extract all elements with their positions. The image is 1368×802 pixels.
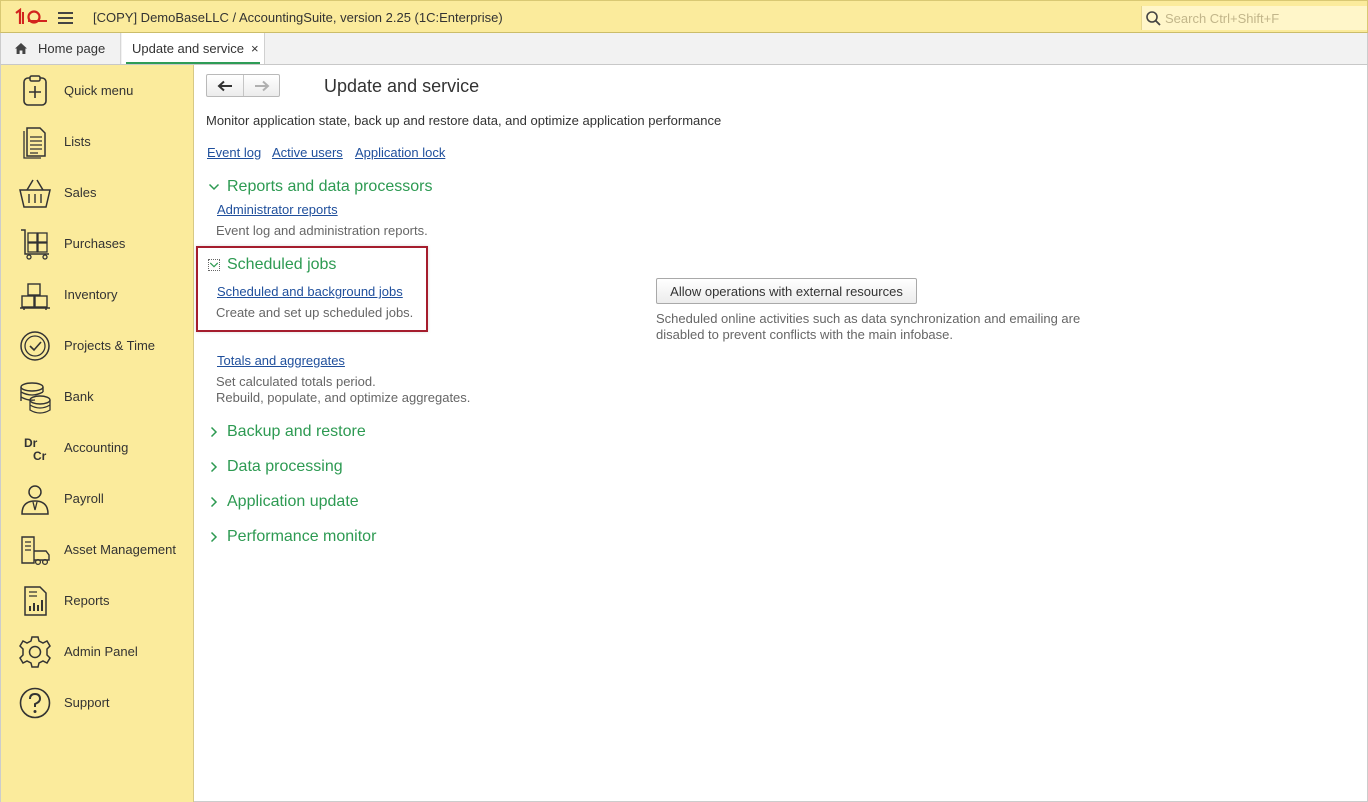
- active-tab-indicator: [126, 62, 260, 64]
- cart-icon: [21, 229, 49, 260]
- sidebar-item-label: Reports: [64, 593, 110, 608]
- sidebar-item-label: Purchases: [64, 236, 126, 251]
- app-title: [COPY] DemoBaseLLC / AccountingSuite, ve…: [93, 10, 503, 25]
- section-title: Data processing: [227, 458, 343, 475]
- clock-icon: [20, 331, 50, 361]
- sidebar-item-reports[interactable]: Reports: [1, 575, 193, 626]
- sidebar-item-label: Lists: [64, 134, 91, 149]
- tab-update-and-service[interactable]: Update and service ×: [122, 33, 265, 64]
- allow-external-resources-button[interactable]: Allow operations with external resources: [656, 278, 917, 304]
- administrator-reports-link[interactable]: Administrator reports: [217, 202, 338, 217]
- tab-home-label: Home page: [38, 41, 106, 56]
- report-icon: [24, 586, 47, 616]
- sidebar: Quick menu Lists Sales Purchases Invento…: [0, 65, 194, 802]
- navigation-buttons: [206, 74, 280, 97]
- chevron-right-icon: [210, 426, 218, 438]
- section-title: Backup and restore: [227, 423, 366, 440]
- search-placeholder: Search Ctrl+Shift+F: [1165, 11, 1280, 26]
- sidebar-item-label: Sales: [64, 185, 97, 200]
- quick-menu-icon: [23, 75, 47, 106]
- sidebar-item-purchases[interactable]: Purchases: [1, 218, 193, 269]
- sidebar-item-label: Projects & Time: [64, 338, 156, 353]
- external-resources-description-line2: disabled to prevent conflicts with the m…: [656, 327, 954, 342]
- totals-and-aggregates-link[interactable]: Totals and aggregates: [217, 353, 345, 368]
- basket-icon: [19, 179, 51, 208]
- main-menu-icon[interactable]: [58, 12, 73, 24]
- totals-description-line1: Set calculated totals period.: [216, 374, 376, 389]
- arrow-left-icon: [217, 80, 232, 91]
- sidebar-item-payroll[interactable]: Payroll: [1, 473, 193, 524]
- section-data-processing[interactable]: Data processing: [208, 458, 343, 476]
- sidebar-item-admin-panel[interactable]: Admin Panel: [1, 626, 193, 677]
- asset-icon: [21, 536, 50, 566]
- event-log-link[interactable]: Event log: [207, 145, 261, 160]
- tab-bar: Home page Update and service ×: [0, 33, 1368, 65]
- arrow-right-icon: [254, 80, 269, 91]
- sidebar-item-label: Inventory: [64, 287, 118, 302]
- section-application-update[interactable]: Application update: [208, 493, 359, 511]
- sidebar-item-label: Admin Panel: [64, 644, 138, 659]
- sidebar-item-accounting[interactable]: Dr Cr Accounting: [1, 422, 193, 473]
- chevron-right-icon: [210, 531, 218, 543]
- sidebar-item-label: Bank: [64, 389, 94, 404]
- search-icon: [1146, 11, 1161, 26]
- sidebar-item-inventory[interactable]: Inventory: [1, 269, 193, 320]
- active-users-link[interactable]: Active users: [272, 145, 343, 160]
- main-content: Update and service Monitor application s…: [194, 65, 1368, 802]
- chevron-right-icon: [210, 461, 218, 473]
- sidebar-item-support[interactable]: Support: [1, 677, 193, 728]
- person-icon: [21, 485, 49, 515]
- gear-icon: [19, 636, 51, 668]
- 1c-logo-icon[interactable]: [14, 8, 48, 26]
- svg-text:Dr: Dr: [24, 436, 38, 450]
- sidebar-item-bank[interactable]: Bank: [1, 371, 193, 422]
- administrator-reports-description: Event log and administration reports.: [216, 223, 428, 238]
- page-title: Update and service: [324, 76, 480, 96]
- section-title: Reports and data processors: [227, 178, 433, 195]
- sidebar-item-label: Payroll: [64, 491, 104, 506]
- svg-text:Cr: Cr: [33, 449, 47, 463]
- sidebar-item-quick-menu[interactable]: Quick menu: [1, 65, 193, 116]
- section-reports-and-data-processors[interactable]: Reports and data processors: [208, 178, 432, 196]
- sidebar-item-sales[interactable]: Sales: [1, 167, 193, 218]
- external-resources-description-line1: Scheduled online activities such as data…: [656, 311, 1081, 326]
- page-subtitle: Monitor application state, back up and r…: [206, 113, 722, 128]
- search-field[interactable]: Search Ctrl+Shift+F: [1141, 6, 1367, 30]
- home-icon: [15, 43, 27, 54]
- lists-icon: [23, 127, 46, 159]
- section-backup-and-restore[interactable]: Backup and restore: [208, 423, 366, 441]
- section-performance-monitor[interactable]: Performance monitor: [208, 528, 376, 546]
- title-bar: [COPY] DemoBaseLLC / AccountingSuite, ve…: [0, 0, 1368, 33]
- sidebar-item-label: Support: [64, 695, 110, 710]
- tab-home-page[interactable]: Home page: [2, 33, 121, 64]
- tab-active-label: Update and service: [132, 41, 245, 56]
- sidebar-item-asset-management[interactable]: Asset Management: [1, 524, 193, 575]
- scheduled-jobs-highlight-frame: [196, 246, 428, 332]
- back-button[interactable]: [207, 75, 243, 96]
- totals-description-line2: Rebuild, populate, and optimize aggregat…: [216, 390, 471, 405]
- sidebar-item-label: Quick menu: [64, 83, 134, 98]
- section-title: Performance monitor: [227, 528, 377, 545]
- dr-cr-icon: Dr Cr: [24, 436, 47, 463]
- forward-button[interactable]: [243, 75, 279, 96]
- application-lock-link[interactable]: Application lock: [355, 145, 445, 160]
- close-tab-icon[interactable]: ×: [251, 41, 259, 56]
- coins-icon: [20, 382, 51, 414]
- chevron-down-icon: [208, 183, 220, 191]
- sidebar-item-label: Asset Management: [64, 542, 177, 557]
- sidebar-item-projects-time[interactable]: Projects & Time: [1, 320, 193, 371]
- sidebar-item-lists[interactable]: Lists: [1, 116, 193, 167]
- boxes-icon: [20, 283, 50, 310]
- sidebar-item-label: Accounting: [64, 440, 129, 455]
- question-icon: [19, 687, 51, 719]
- section-title: Application update: [227, 493, 359, 510]
- chevron-right-icon: [210, 496, 218, 508]
